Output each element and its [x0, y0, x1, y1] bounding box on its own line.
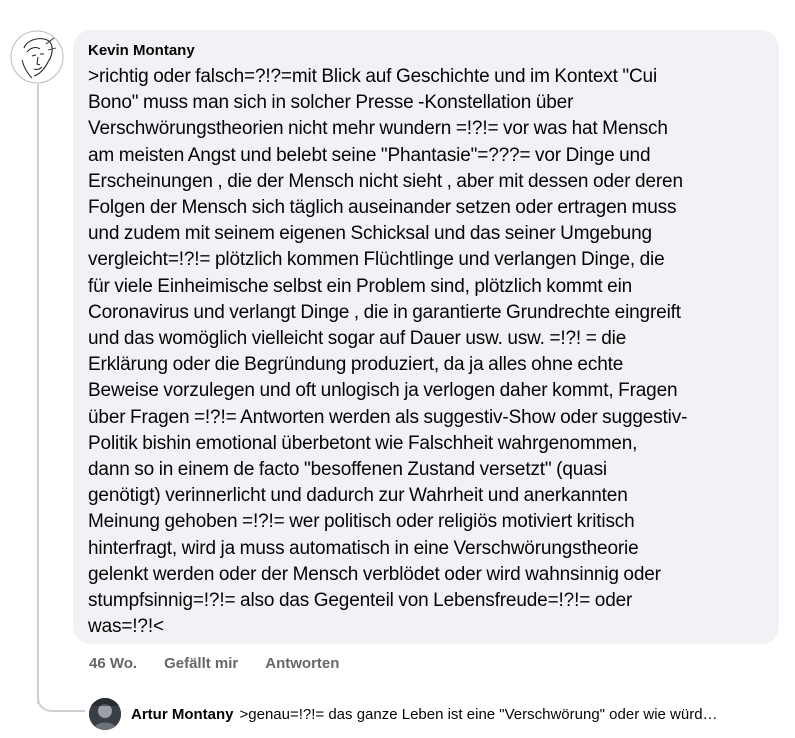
photo-avatar-icon — [89, 698, 121, 730]
comment-text: >richtig oder falsch=?!?=mit Blick auf G… — [88, 66, 688, 638]
thread-line — [37, 84, 39, 704]
reply-text-line: Artur Montany >genau=!?!= das ganze Leben… — [131, 706, 718, 723]
reply-author[interactable]: Artur Montany — [131, 706, 234, 723]
like-button[interactable]: Gefällt mir — [164, 655, 238, 672]
comment-author[interactable]: Kevin Montany — [88, 42, 765, 60]
reply-button[interactable]: Antworten — [265, 655, 339, 672]
author-avatar[interactable] — [10, 30, 64, 84]
sketch-face-icon — [10, 30, 64, 84]
reply-preview[interactable]: Artur Montany >genau=!?!= das ganze Leben… — [89, 696, 789, 732]
comment-actions: 46 Wo. Gefällt mir Antworten — [89, 655, 339, 672]
thread-connector — [37, 686, 85, 712]
comment-bubble: Kevin Montany >richtig oder falsch=?!?=m… — [73, 30, 779, 644]
reply-snippet: >genau=!?!= das ganze Leben ist eine "Ve… — [239, 705, 718, 723]
reply-avatar[interactable] — [89, 698, 121, 730]
comment-timestamp[interactable]: 46 Wo. — [89, 655, 137, 672]
